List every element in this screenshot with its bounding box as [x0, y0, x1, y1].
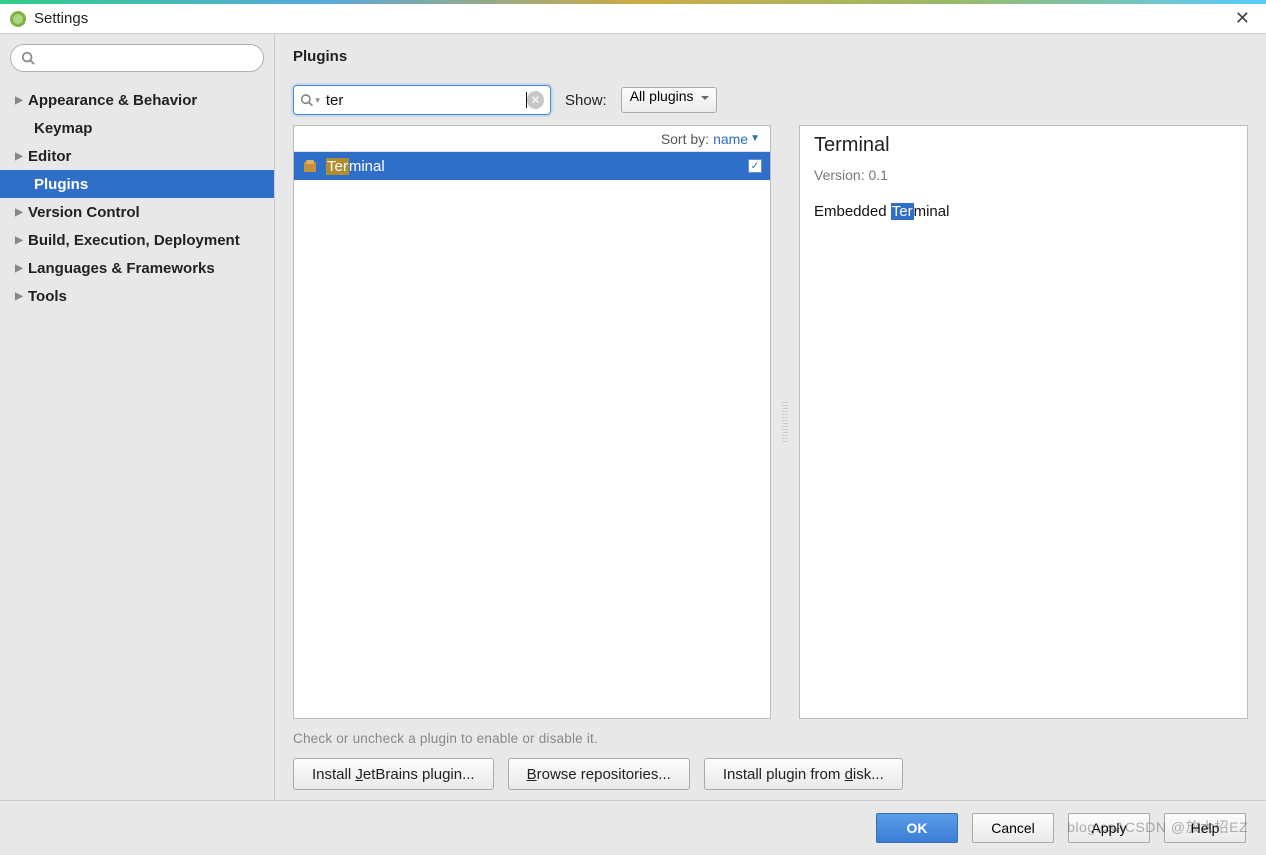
chevron-down-icon[interactable]: ▾: [315, 95, 320, 106]
sort-label: Sort by:: [661, 131, 709, 147]
tree-item-tools[interactable]: ▶Tools: [0, 282, 274, 310]
hint-text: Check or uncheck a plugin to enable or d…: [293, 731, 1248, 746]
titlebar: Settings ✕: [0, 4, 1266, 34]
search-icon: [300, 93, 313, 107]
tree-item-appearance[interactable]: ▶Appearance & Behavior: [0, 86, 274, 114]
main-panel: Plugins ▾ ✕ Show: All plugins Sort by: n…: [275, 34, 1266, 800]
tree-item-languages[interactable]: ▶Languages & Frameworks: [0, 254, 274, 282]
app-icon: [10, 11, 26, 27]
close-icon[interactable]: ✕: [1229, 6, 1256, 31]
detail-title: Terminal: [814, 134, 1233, 157]
desc-highlight: Ter: [891, 203, 914, 220]
clear-icon[interactable]: ✕: [527, 91, 544, 109]
tree-item-label: Plugins: [34, 176, 88, 193]
tree-item-label: Tools: [28, 288, 67, 305]
chevron-right-icon: ▶: [10, 291, 28, 302]
sidebar: ▶Appearance & Behavior Keymap ▶Editor Pl…: [0, 34, 275, 800]
sort-row[interactable]: Sort by: name ▼: [294, 126, 770, 152]
chevron-right-icon: ▶: [10, 151, 28, 162]
show-filter-select[interactable]: All plugins: [621, 87, 717, 113]
chevron-right-icon: ▶: [10, 235, 28, 246]
plugin-enabled-checkbox[interactable]: ✓: [748, 159, 762, 173]
sidebar-search-input[interactable]: [10, 44, 264, 72]
detail-version: Version: 0.1: [814, 167, 1233, 183]
plugin-list-item[interactable]: Terminal ✓: [294, 152, 770, 180]
chevron-right-icon: ▶: [10, 263, 28, 274]
desc-rest: minal: [914, 203, 950, 220]
dialog-footer: OK Cancel Apply Help blog.csACSDN @放大招EZ: [0, 800, 1266, 855]
tree-item-version-control[interactable]: ▶Version Control: [0, 198, 274, 226]
tree-item-label: Version Control: [28, 204, 140, 221]
detail-description: Embedded Terminal: [814, 203, 1233, 220]
cancel-button[interactable]: Cancel: [972, 813, 1054, 843]
desc-prefix: Embedded: [814, 203, 891, 220]
tree-item-label: Build, Execution, Deployment: [28, 232, 240, 249]
tree-item-label: Appearance & Behavior: [28, 92, 197, 109]
ok-button[interactable]: OK: [876, 813, 958, 843]
plugin-name-rest: minal: [349, 158, 385, 175]
plugin-search-field[interactable]: [326, 92, 525, 109]
chevron-right-icon: ▶: [10, 207, 28, 218]
tree-item-label: Editor: [28, 148, 71, 165]
search-icon: [21, 51, 35, 65]
tree-item-keymap[interactable]: Keymap: [0, 114, 274, 142]
plugin-detail-pane: Terminal Version: 0.1 Embedded Terminal: [799, 125, 1248, 719]
page-title: Plugins: [293, 48, 1248, 65]
tree-item-label: Keymap: [34, 120, 92, 137]
install-jetbrains-button[interactable]: Install JetBrains plugin...: [293, 758, 494, 790]
apply-button[interactable]: Apply: [1068, 813, 1150, 843]
tree-item-editor[interactable]: ▶Editor: [0, 142, 274, 170]
window-title: Settings: [34, 10, 88, 27]
show-filter-value: All plugins: [630, 88, 694, 104]
sort-value[interactable]: name: [713, 131, 748, 147]
tree-item-plugins[interactable]: Plugins: [0, 170, 274, 198]
plugin-search-input[interactable]: ▾ ✕: [293, 85, 551, 115]
plugin-list-pane: Sort by: name ▼ Terminal ✓: [293, 125, 771, 719]
plugin-name-highlight: Ter: [326, 158, 349, 175]
chevron-right-icon: ▶: [10, 95, 28, 106]
install-from-disk-button[interactable]: Install plugin from disk...: [704, 758, 903, 790]
tree-item-build[interactable]: ▶Build, Execution, Deployment: [0, 226, 274, 254]
browse-repositories-button[interactable]: Browse repositories...: [508, 758, 690, 790]
tree-item-label: Languages & Frameworks: [28, 260, 215, 277]
help-button[interactable]: Help: [1164, 813, 1246, 843]
plugin-icon: [302, 158, 318, 174]
show-label: Show:: [565, 92, 607, 109]
pane-splitter[interactable]: [782, 402, 788, 442]
settings-tree: ▶Appearance & Behavior Keymap ▶Editor Pl…: [0, 86, 274, 310]
chevron-down-icon: ▼: [750, 133, 760, 144]
